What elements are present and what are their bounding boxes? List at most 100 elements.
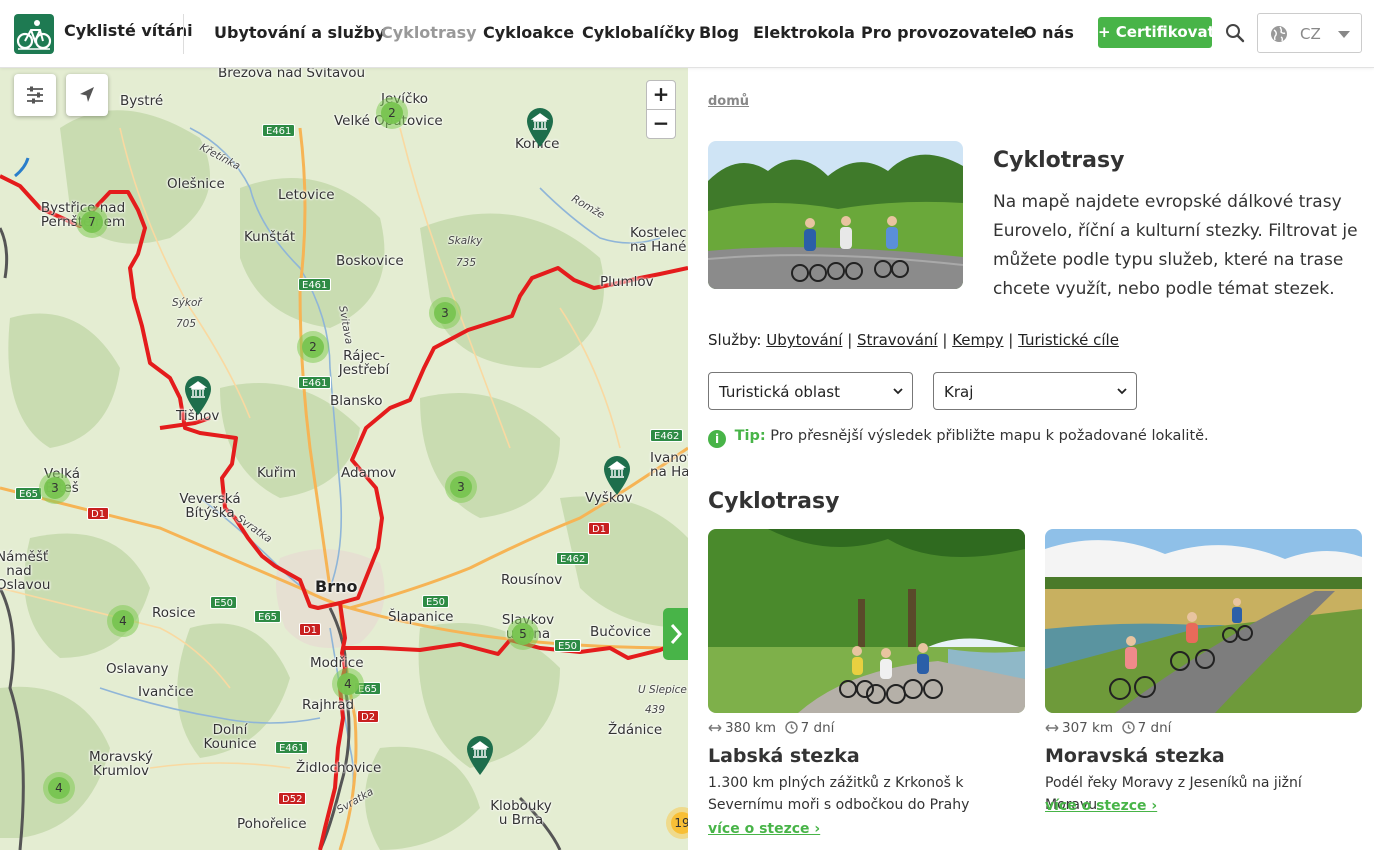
tip-label: Tip: — [734, 428, 766, 444]
chevron-down-icon — [1117, 388, 1127, 395]
route-more-link[interactable]: více o stezce › — [708, 821, 820, 837]
zoom-out-button[interactable]: − — [646, 109, 676, 139]
route-card-title[interactable]: Labská stezka — [708, 745, 860, 767]
map-label-u-slepice-elevation: 439 — [645, 704, 666, 716]
route-card-title[interactable]: Moravská stezka — [1045, 745, 1225, 767]
map-cluster[interactable]: 7 — [76, 206, 108, 238]
road-shield: E65 — [15, 487, 43, 500]
map-canvas[interactable] — [0, 68, 688, 850]
service-stravovani-link[interactable]: Stravování — [857, 331, 938, 349]
museum-pin-icon[interactable] — [524, 106, 556, 148]
map-label-adamov: Adamov — [341, 465, 397, 481]
road-shield: D1 — [299, 623, 322, 636]
route-card-image[interactable] — [1045, 529, 1362, 713]
road-shield: E462 — [556, 552, 590, 565]
nav-elektrokola[interactable]: Elektrokola — [753, 23, 855, 42]
nav-cyklobalicky[interactable]: Cyklobalíčky — [582, 23, 695, 42]
map-label-rousinov: Rousínov — [501, 572, 563, 588]
cluster-count: 2 — [302, 336, 324, 358]
nav-cyklotrasy[interactable]: Cyklotrasy — [381, 23, 477, 42]
cluster-count: 5 — [512, 623, 534, 645]
chevron-down-icon — [893, 388, 903, 395]
map-label-brno: Brno — [315, 577, 358, 596]
cluster-count: 4 — [48, 777, 70, 799]
cluster-count: 4 — [112, 610, 134, 632]
clock-icon — [784, 721, 798, 734]
nav-ubytovani[interactable]: Ubytování a služby — [214, 23, 385, 42]
zoom-in-button[interactable]: + — [646, 80, 676, 110]
route-duration: 7 dní — [800, 720, 835, 736]
map-cluster[interactable]: 4 — [107, 605, 139, 637]
road-shield: E50 — [210, 596, 238, 609]
filter-sliders-icon[interactable] — [14, 74, 56, 116]
cyclist-logo-icon[interactable] — [14, 14, 54, 54]
map-label-skalky-elevation: 735 — [456, 257, 477, 269]
map-label-slapanice: Šlapanice — [388, 609, 454, 625]
map-cluster[interactable]: 3 — [429, 297, 461, 329]
chevron-down-icon — [1338, 31, 1350, 38]
map-label-sykor-elevation: 705 — [176, 318, 197, 330]
map-cluster[interactable]: 4 — [43, 772, 75, 804]
map-label-rajec: Rájec-Jestřebí — [338, 348, 390, 378]
locate-arrow-icon[interactable] — [66, 74, 108, 116]
chevron-right-icon — [670, 624, 683, 644]
map-label-boskovice: Boskovice — [336, 253, 404, 269]
service-kempy-link[interactable]: Kempy — [952, 331, 1003, 349]
museum-pin-icon[interactable] — [464, 734, 496, 776]
region-select[interactable]: Kraj — [933, 372, 1137, 410]
route-distance: 307 km — [1062, 720, 1114, 736]
road-shield: D1 — [87, 507, 110, 520]
map-cluster[interactable]: 2 — [376, 97, 408, 129]
map-cluster[interactable]: 5 — [507, 618, 539, 650]
route-card-image[interactable] — [708, 529, 1025, 713]
route-card-meta: 380 km 7 dní — [708, 720, 834, 736]
nav-blog[interactable]: Blog — [699, 23, 739, 42]
museum-pin-icon[interactable] — [182, 374, 214, 416]
brand-name[interactable]: Cyklisté vítáni — [64, 21, 193, 40]
road-shield: E461 — [262, 124, 296, 137]
map-cluster[interactable]: 4 — [332, 668, 364, 700]
map-cluster[interactable]: 2 — [297, 331, 329, 363]
map-label-bystre: Bystré — [120, 93, 164, 109]
separator: | — [1008, 331, 1019, 349]
map-view[interactable]: Brezova nad Svitavou Jevíčko Velké Opato… — [0, 68, 688, 850]
page-description: Na mapě najdete evropské dálkové trasy E… — [993, 192, 1358, 299]
road-shield: E50 — [554, 639, 582, 652]
service-ubytovani-link[interactable]: Ubytování — [766, 331, 842, 349]
map-label-moravsky-krumlov: Moravský Krumlov — [88, 749, 154, 779]
map-label-namest: Náměšť nad Oslavou — [0, 549, 51, 593]
services-filter: Služby: Ubytování | Stravování | Kempy |… — [708, 331, 1119, 349]
road-shield: E461 — [298, 376, 332, 389]
map-cluster[interactable]: 3 — [445, 471, 477, 503]
service-turisticke-cile-link[interactable]: Turistické cíle — [1018, 331, 1119, 349]
area-select[interactable]: Turistická oblast — [708, 372, 913, 410]
clock-icon — [1121, 721, 1135, 734]
map-label-plumlov: Plumlov — [600, 274, 654, 290]
tip-message: i Tip: Pro přesnější výsledek přibližte … — [708, 428, 1209, 448]
map-label-rosice: Rosice — [152, 605, 196, 621]
area-select-value: Turistická oblast — [719, 383, 840, 401]
nav-cykloakce[interactable]: Cykloakce — [483, 23, 574, 42]
route-duration: 7 dní — [1137, 720, 1172, 736]
museum-pin-icon[interactable] — [601, 454, 633, 496]
map-cluster[interactable]: 3 — [39, 472, 71, 504]
breadcrumb-home[interactable]: domů — [708, 94, 749, 109]
map-label-kunstat: Kunštát — [244, 229, 296, 245]
nav-o-nas[interactable]: O nás — [1023, 23, 1074, 42]
nav-pro-provozovatele[interactable]: Pro provozovatele — [861, 23, 1025, 42]
language-select[interactable]: CZ — [1257, 13, 1362, 53]
cluster-count: 3 — [44, 477, 66, 499]
road-shield: E462 — [650, 429, 684, 442]
search-icon[interactable] — [1224, 22, 1246, 44]
cluster-count: 19 — [671, 812, 688, 834]
route-more-link[interactable]: více o stezce › — [1045, 798, 1157, 814]
route-card-description: 1.300 km plných zážitků z Krkonoš k Seve… — [708, 775, 970, 813]
collapse-map-button[interactable] — [663, 608, 688, 660]
certify-button[interactable]: + Certifikovat — [1098, 17, 1215, 48]
services-label: Služby: — [708, 331, 762, 349]
map-label-ivanovice: Ivanovice na Hané — [650, 450, 688, 480]
road-shield: E50 — [422, 595, 450, 608]
section-title: Cyklotrasy — [708, 489, 840, 514]
road-shield: D1 — [588, 522, 611, 535]
cluster-count: 4 — [337, 673, 359, 695]
